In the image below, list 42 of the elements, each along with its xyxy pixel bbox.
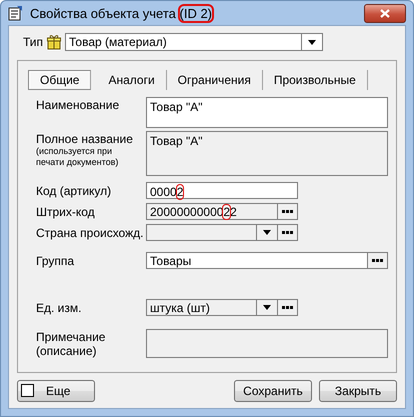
dropdown-field[interactable] <box>146 224 298 241</box>
lookup-field[interactable]: Товары <box>146 252 388 269</box>
text-field[interactable]: Товар "А" <box>146 131 388 176</box>
dialog-button[interactable]: Закрыть <box>319 380 397 402</box>
field-label: Полное название <box>36 132 134 146</box>
tab[interactable]: Общие <box>28 70 92 90</box>
text-field[interactable] <box>146 329 388 358</box>
close-button[interactable] <box>364 4 406 22</box>
ellipsis-icon <box>282 306 293 309</box>
field-label: Тип <box>23 35 44 49</box>
type-dropdown[interactable]: Товар (материал) <box>65 33 323 51</box>
circle-highlight: 2 <box>223 204 230 218</box>
ellipsis-icon <box>282 231 293 234</box>
checkbox[interactable] <box>21 384 34 397</box>
text-field[interactable]: Товар "А" <box>146 97 388 128</box>
dropdown-arrow-icon <box>308 40 316 44</box>
field-label: Код (артикул) <box>36 184 112 198</box>
more-toggle-button[interactable]: Еще <box>17 380 95 402</box>
lookup-field[interactable]: 2000000000022 <box>146 203 298 220</box>
field-label: Штрих-код <box>36 205 96 219</box>
field-label: Группа <box>36 254 76 268</box>
dropdown-arrow-icon <box>263 305 271 310</box>
circle-highlight: 2 <box>176 185 184 199</box>
properties-icon <box>8 5 24 21</box>
dialog-button[interactable]: Сохранить <box>234 380 312 402</box>
tab[interactable]: Ограничения <box>166 70 263 90</box>
field-label: Примечание (описание) <box>36 330 106 358</box>
dropdown-arrow-icon <box>263 230 271 235</box>
field-label: Ед. изм. <box>36 301 82 315</box>
field-hint: (используется при печати документов) <box>36 146 120 168</box>
close-icon <box>380 8 390 18</box>
dropdown-field[interactable]: штука (шт) <box>146 299 298 316</box>
window-title: Свойства объекта учета (ID 2) <box>30 6 212 20</box>
tab[interactable]: Аналоги <box>97 70 167 90</box>
ellipsis-icon <box>282 210 293 213</box>
gift-box-icon <box>47 34 62 50</box>
browse-button[interactable] <box>367 253 387 268</box>
field-label: Страна происхожд. <box>36 226 144 240</box>
field-label: Наименование <box>36 98 120 112</box>
ellipsis-icon <box>372 259 383 262</box>
text-field[interactable]: 00002 <box>146 182 298 199</box>
tab[interactable]: Произвольные <box>262 70 368 90</box>
